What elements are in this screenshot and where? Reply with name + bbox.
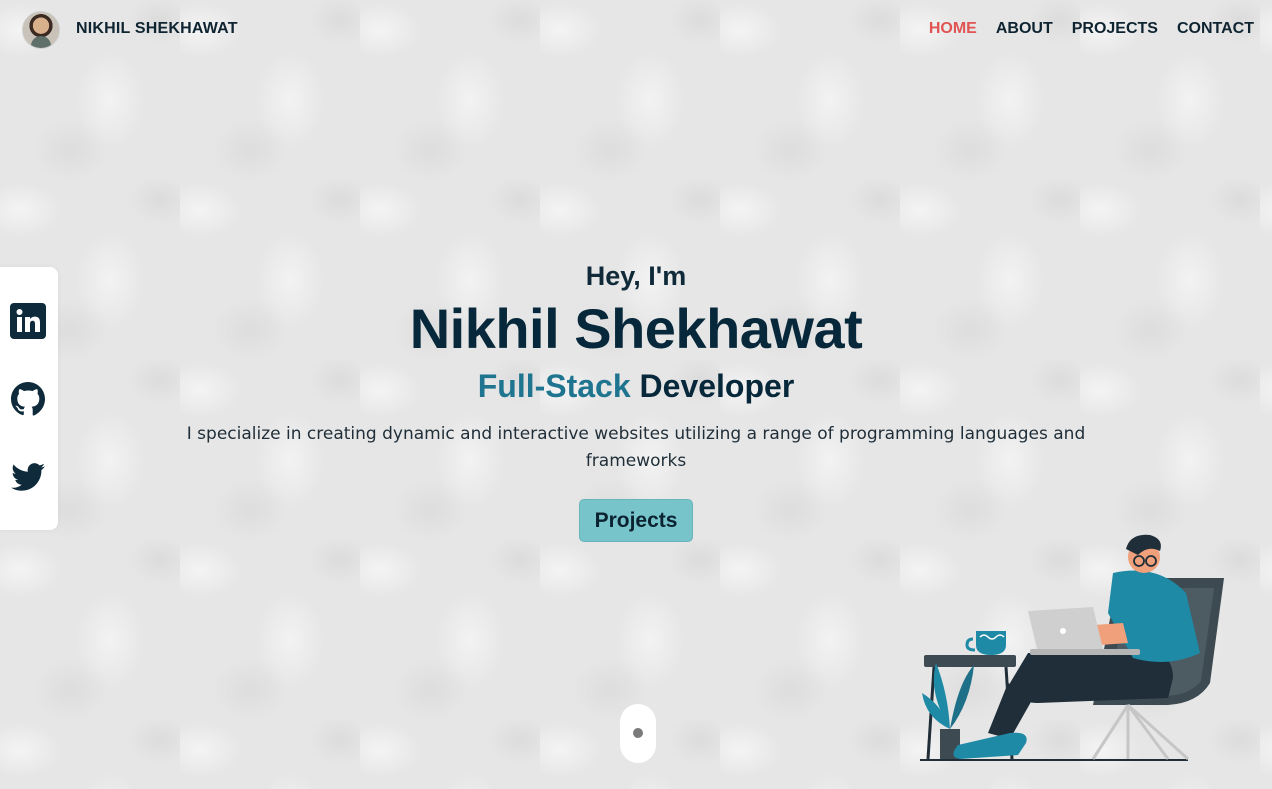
- avatar[interactable]: [22, 11, 60, 49]
- top-navbar: NIKHIL SHEKHAWAT HOME ABOUT PROJECTS CON…: [0, 0, 1272, 60]
- role-accent: Full-Stack: [477, 368, 631, 404]
- projects-button[interactable]: Projects: [578, 499, 694, 542]
- hero-role: Full-Stack Developer: [0, 365, 1272, 407]
- nav-home-link[interactable]: HOME: [929, 20, 977, 38]
- hero-greeting: Hey, I'm: [585, 261, 687, 291]
- hero-name: Nikhil Shekhawat: [409, 297, 863, 360]
- hero-section: Hey, I'm Nikhil Shekhawat Full-Stack Dev…: [0, 255, 1272, 542]
- main-nav: HOME ABOUT PROJECTS CONTACT: [929, 20, 1254, 38]
- role-rest: Developer: [639, 368, 795, 404]
- nav-about-link[interactable]: ABOUT: [996, 20, 1053, 38]
- scroll-indicator[interactable]: [620, 704, 656, 763]
- nav-projects-link[interactable]: PROJECTS: [1072, 20, 1158, 38]
- nav-contact-link[interactable]: CONTACT: [1177, 20, 1254, 38]
- scroll-dot: [633, 728, 643, 738]
- site-brand[interactable]: NIKHIL SHEKHAWAT: [76, 20, 238, 38]
- hero-description: I specialize in creating dynamic and int…: [186, 424, 1086, 471]
- developer-illustration: [920, 534, 1224, 761]
